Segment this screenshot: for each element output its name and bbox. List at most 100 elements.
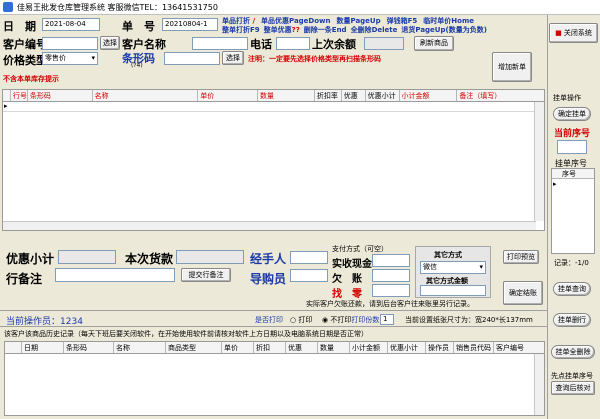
history-col-name: 名称 <box>114 342 166 353</box>
last-balance-value <box>364 37 404 50</box>
stock-hint: 不含本单库存提示 <box>3 75 59 83</box>
receivable-label: 实收现金 <box>332 259 372 270</box>
history-col-discount: 折扣 <box>254 342 286 353</box>
history-col-operator: 操作员 <box>426 342 454 353</box>
hold-delete-all-button[interactable]: 挂单全删除 <box>551 345 595 359</box>
print-question-label: 是否打印 <box>255 316 283 324</box>
col-discount-rate: 折扣率 <box>315 90 342 101</box>
hold-list[interactable]: 序号 ▸ <box>551 168 595 254</box>
chevron-down-icon: ▾ <box>91 54 95 62</box>
col-discount: 优惠 <box>342 90 366 101</box>
history-col-discount-subtotal: 优惠小计 <box>388 342 426 353</box>
col-price: 单价 <box>198 90 259 101</box>
discount-subtotal-label: 优惠小计 <box>6 252 55 266</box>
discount-subtotal-value <box>58 250 116 264</box>
record-count-label: 记录：-1/0 <box>554 259 589 267</box>
price-type-label: 价格类型 <box>3 54 47 67</box>
history-col-customer-no: 客户编号 <box>496 344 524 352</box>
other-amount-input[interactable] <box>420 285 486 296</box>
grid-horizontal-scrollbar[interactable] <box>3 221 536 230</box>
hold-query-button[interactable]: 挂单查询 <box>553 282 591 296</box>
hotkey-row-2: 整单打折F9 整单优惠?? 删除一条End 全删除Delete 退货PageUp… <box>222 25 547 36</box>
customer-no-input[interactable] <box>42 37 98 50</box>
history-col-sales-code: 销售员代码 <box>454 342 494 353</box>
add-order-button[interactable]: 增加新单 <box>492 52 532 82</box>
history-title: 该客户该商品历史记录（每天下班后要关闭软件，在开始使用软件前请核对软件上方日期以… <box>4 330 368 338</box>
receivable-input[interactable] <box>372 254 410 267</box>
divider <box>0 326 547 327</box>
debt-input[interactable] <box>372 269 410 282</box>
other-method-value: 微信 <box>423 263 437 271</box>
col-name: 名称 <box>93 90 199 101</box>
debt-label: 欠 账 <box>332 274 362 285</box>
customer-name-input[interactable] <box>192 37 248 50</box>
guide-input[interactable] <box>290 269 328 282</box>
row-pointer-icon: ▸ <box>4 102 8 110</box>
grid-vertical-scrollbar[interactable] <box>534 102 544 221</box>
divider <box>0 310 547 311</box>
phone-input[interactable] <box>276 37 310 50</box>
col-qty: 数量 <box>258 90 315 101</box>
submit-remark-button[interactable]: 提交行备注 <box>181 268 231 282</box>
row-indicator-header <box>3 90 11 101</box>
select-customer-button[interactable]: 选择 <box>100 36 120 50</box>
customer-no-label: 客户编号 <box>3 38 47 51</box>
order-no-input[interactable]: 20210804-1 <box>162 18 218 31</box>
history-row-indicator <box>5 342 22 353</box>
settle-button[interactable]: 确定结账 <box>503 281 543 305</box>
other-method-label: 其它方式 <box>434 251 462 259</box>
phone-label: 电话 <box>250 38 272 51</box>
hotkey-item: 退货PageUp(数量为负数) <box>401 26 487 34</box>
history-col-barcode: 条形码 <box>64 342 114 353</box>
guide-label: 导购员 <box>250 272 287 286</box>
history-col-price: 单价 <box>222 342 254 353</box>
order-no-label: 单 号 <box>122 20 155 33</box>
history-col-type: 商品类型 <box>166 342 222 353</box>
app-icon <box>3 2 13 12</box>
other-method-select[interactable]: 微信 ▾ <box>420 261 486 274</box>
handler-input[interactable] <box>290 251 328 264</box>
chevron-down-icon: ▾ <box>479 263 483 271</box>
window-title: 佳易王批发仓库管理系统 客服微信TEL：13641531750 <box>17 2 218 12</box>
handler-label: 经手人 <box>250 252 287 266</box>
line-remark-input[interactable] <box>55 268 175 282</box>
noprint-radio[interactable]: ◉ 不打印打印份数 <box>322 315 379 325</box>
history-col-qty: 数量 <box>318 342 350 353</box>
item-grid-header: 行号 条形码 名称 单价 数量 折扣率 优惠 优惠小计 小计金额 备注（填写） <box>2 89 545 102</box>
print-copies-input[interactable]: 1 <box>380 314 394 325</box>
col-subtotal: 小计金额 <box>400 90 458 101</box>
table-row[interactable]: ▸ <box>3 102 536 112</box>
confirm-hold-button[interactable]: 确定挂单 <box>553 107 591 121</box>
last-balance-label: 上次余额 <box>312 38 356 51</box>
title-bar: 佳易王批发仓库管理系统 客服微信TEL：13641531750 <box>0 0 600 15</box>
date-label: 日 期 <box>3 20 36 33</box>
hold-op-label: 挂单操作 <box>553 94 581 102</box>
history-grid-body[interactable] <box>4 354 545 416</box>
hold-list-header: 序号 <box>552 169 594 179</box>
pay-method-label: 支付方式（可空） <box>332 245 388 253</box>
hold-delete-row-button[interactable]: 挂单删行 <box>553 313 591 327</box>
col-row-no: 行号 <box>12 90 28 101</box>
price-type-select[interactable]: 零售价 ▾ <box>42 52 98 65</box>
history-vertical-scrollbar[interactable] <box>534 354 544 415</box>
col-remark: 备注（填写） <box>459 92 502 100</box>
query-detail-button[interactable]: 查询后核对 <box>551 381 595 395</box>
history-col-subtotal: 小计金额 <box>350 342 388 353</box>
price-type-value: 零售价 <box>45 54 66 62</box>
col-barcode: 条形码 <box>28 90 93 101</box>
date-input[interactable]: 2021-08-04 <box>42 18 100 31</box>
close-system-button[interactable]: ■ 关闭系统 <box>549 23 598 43</box>
print-preview-button[interactable]: 打印预览 <box>503 250 539 264</box>
select-product-button[interactable]: 选择 <box>222 51 244 65</box>
refresh-products-button[interactable]: 刷新商品 <box>414 36 454 51</box>
hotkey-item: 全删除Delete <box>350 26 398 34</box>
paper-size-label: 当前设置纸张尺寸为：宽240*长137mm <box>405 316 533 324</box>
history-col-offer: 优惠 <box>286 342 318 353</box>
col-discount-subtotal: 优惠小计 <box>366 90 400 101</box>
this-payment-label: 本次货款 <box>125 252 174 266</box>
print-radio[interactable]: ○ 打印 <box>290 315 312 325</box>
item-grid-body[interactable]: ▸ <box>2 102 545 231</box>
barcode-input[interactable] <box>164 52 220 65</box>
line-remark-label: 行备注 <box>6 272 43 286</box>
this-payment-value <box>176 250 244 264</box>
